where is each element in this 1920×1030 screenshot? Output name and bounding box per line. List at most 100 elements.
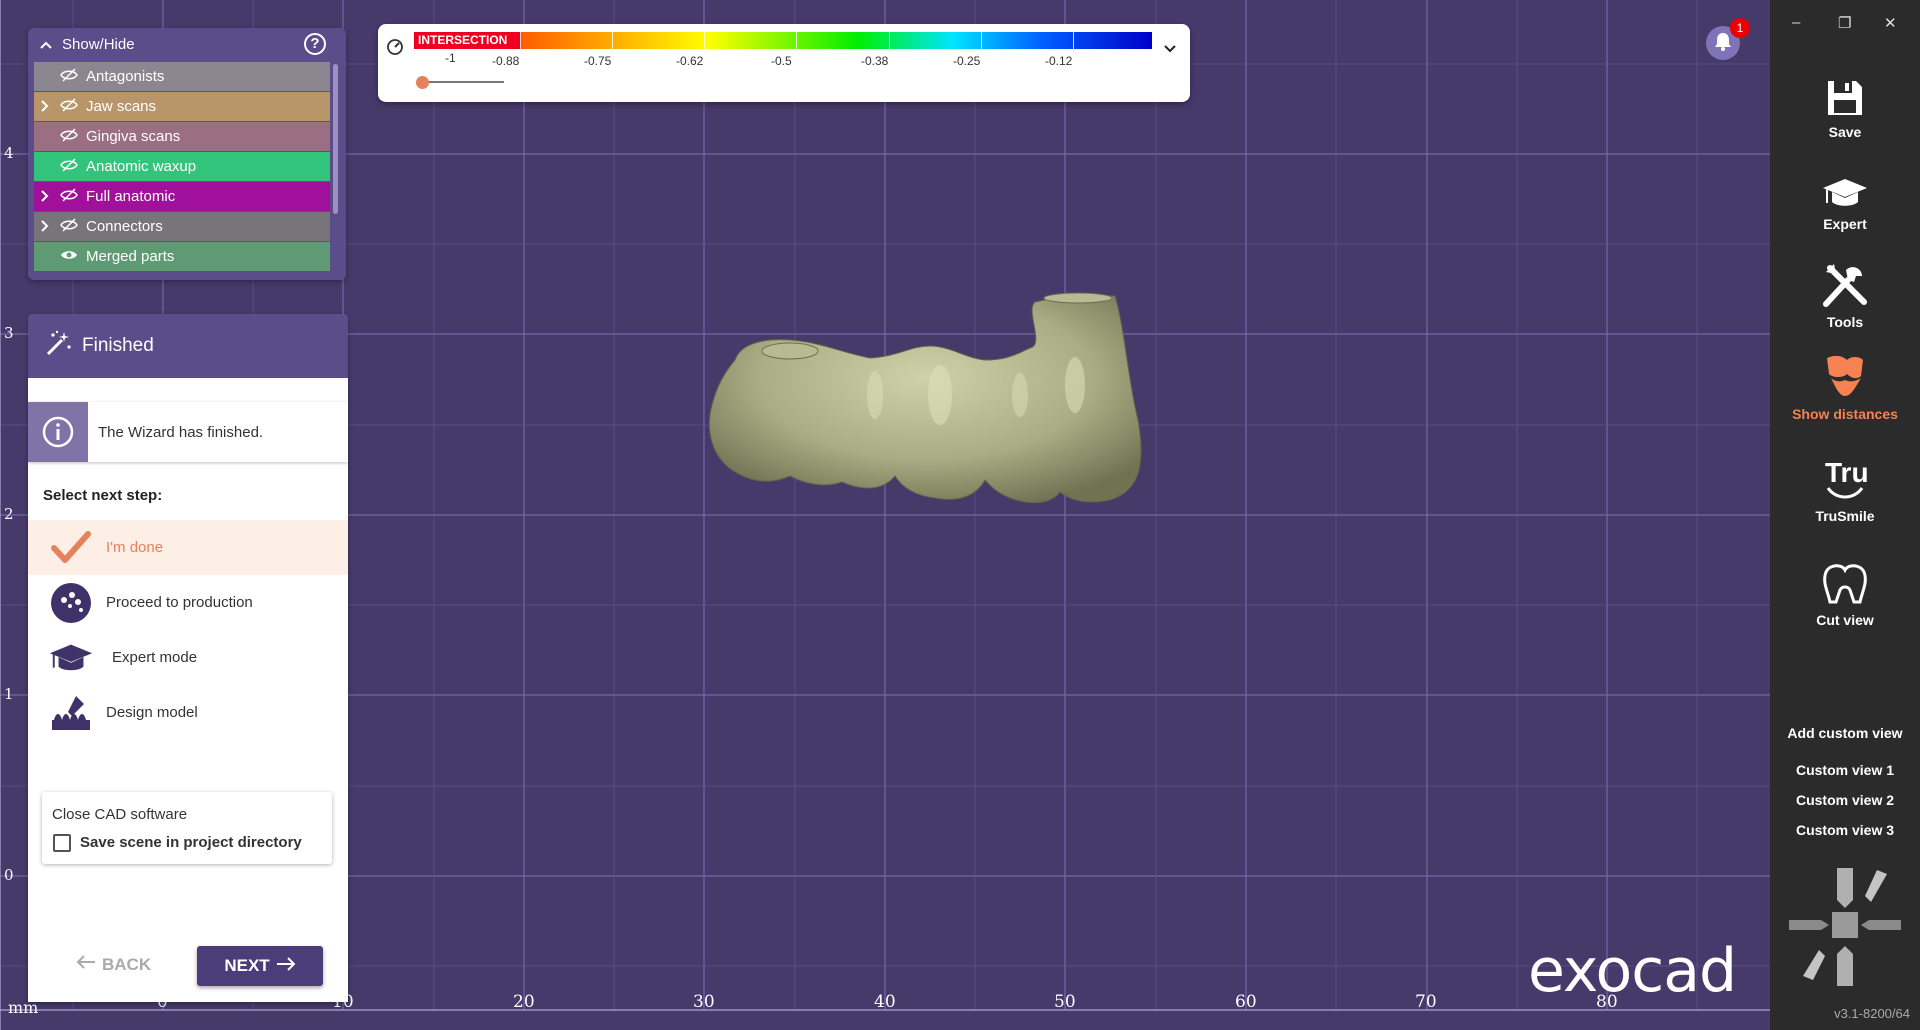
- toolbar-trusmile[interactable]: Tru TruSmile: [1770, 456, 1920, 524]
- layer-row[interactable]: Gingiva scans: [34, 122, 330, 151]
- eye-hidden-icon[interactable]: [60, 187, 82, 206]
- eye-icon[interactable]: [60, 248, 82, 265]
- trusmile-icon: Tru: [1770, 456, 1920, 502]
- step-label: I'm done: [106, 539, 164, 556]
- chevron-right-icon[interactable]: [34, 99, 56, 115]
- layer-row[interactable]: Anatomic waxup: [34, 152, 330, 181]
- layer-row[interactable]: Antagonists: [34, 62, 330, 91]
- toolbar-expert[interactable]: Expert: [1770, 176, 1920, 232]
- scale-tick: [520, 32, 521, 49]
- minimize-icon[interactable]: –: [1792, 14, 1800, 31]
- notifications-button[interactable]: 1: [1706, 18, 1750, 60]
- toolbar-label: Expert: [1823, 216, 1867, 232]
- layer-label: Merged parts: [86, 248, 175, 265]
- step-label: Proceed to production: [106, 594, 253, 611]
- next-button[interactable]: NEXT: [197, 946, 323, 986]
- threshold-slider-handle[interactable]: [416, 76, 429, 89]
- close-icon[interactable]: ✕: [1884, 14, 1897, 32]
- custom-view-3[interactable]: Custom view 3: [1770, 822, 1920, 838]
- help-icon[interactable]: ?: [304, 33, 326, 55]
- info-icon: [28, 402, 88, 462]
- scrollbar[interactable]: [333, 64, 338, 214]
- layer-row[interactable]: Jaw scans: [34, 92, 330, 121]
- select-next-step-label: Select next step:: [43, 487, 163, 504]
- color-gradient-bar: INTERSECTION: [414, 32, 1152, 49]
- distance-color-scale: INTERSECTION -1 -0.88 -0.75 -0.62 -0.5 -…: [378, 24, 1190, 102]
- ruler-y-label: 1: [4, 685, 14, 703]
- ruler-x-label: 40: [874, 992, 896, 1012]
- scale-tick-label: -0.75: [584, 54, 612, 68]
- back-button[interactable]: BACK: [76, 954, 151, 975]
- layer-label: Full anatomic: [86, 188, 176, 205]
- layer-label: Anatomic waxup: [86, 158, 197, 175]
- wizard-header: Finished: [28, 314, 348, 378]
- layer-label: Antagonists: [86, 68, 165, 85]
- save-scene-checkbox[interactable]: [53, 834, 71, 852]
- toolbar-cut-view[interactable]: Cut view: [1770, 562, 1920, 628]
- ruler-x-label: 70: [1415, 992, 1437, 1012]
- exocad-logo: exocad: [1528, 936, 1737, 1006]
- layer-row[interactable]: Merged parts: [34, 242, 330, 271]
- scale-tick: [796, 32, 797, 49]
- info-text: The Wizard has finished.: [98, 423, 264, 441]
- toolbar-label: Tools: [1826, 314, 1864, 330]
- ruler-x-label: 20: [513, 992, 535, 1012]
- show-hide-panel: Show/Hide ? Antagonists Jaw scans Gingiva …: [28, 28, 346, 280]
- toolbar-show-distances[interactable]: Show distances: [1770, 352, 1920, 422]
- close-cad-title: Close CAD software: [52, 806, 188, 823]
- ruler-y-label: 4: [4, 144, 14, 162]
- layer-label: Gingiva scans: [86, 128, 181, 145]
- save-scene-label[interactable]: Save scene in project directory: [80, 834, 302, 851]
- toolbar-label: Save: [1828, 124, 1862, 140]
- view-cube-navigator[interactable]: [1785, 864, 1905, 990]
- magic-wand-icon: [44, 328, 74, 364]
- ruler-x-label: 50: [1054, 992, 1076, 1012]
- right-toolbar: – ❐ ✕ Save Expert Tools Show distances T…: [1770, 0, 1920, 1030]
- design-model-icon: [48, 692, 94, 734]
- chevron-down-icon[interactable]: [1164, 40, 1176, 56]
- chevron-up-icon: [40, 36, 54, 53]
- graduation-cap-icon: [1770, 176, 1920, 210]
- svg-text:Tru: Tru: [1825, 457, 1869, 488]
- eye-hidden-icon[interactable]: [60, 97, 82, 116]
- toolbar-tools[interactable]: Tools: [1770, 264, 1920, 330]
- scale-tick: [981, 32, 982, 49]
- step-proceed-to-production[interactable]: Proceed to production: [28, 575, 348, 630]
- bell-icon: [1714, 31, 1732, 56]
- eye-hidden-icon[interactable]: [60, 67, 82, 86]
- threshold-slider-track[interactable]: [422, 81, 504, 83]
- arrow-right-icon: [276, 956, 296, 977]
- step-im-done[interactable]: I'm done: [28, 520, 348, 575]
- layer-row[interactable]: Full anatomic: [34, 182, 330, 211]
- notification-badge: 1: [1730, 18, 1750, 38]
- step-design-model[interactable]: Design model: [28, 685, 348, 740]
- step-label: Design model: [106, 704, 198, 721]
- eye-hidden-icon[interactable]: [60, 157, 82, 176]
- step-expert-mode[interactable]: Expert mode: [28, 630, 348, 685]
- scale-tick-label: -0.25: [953, 54, 981, 68]
- intersection-label: INTERSECTION: [414, 32, 520, 49]
- layer-label: Connectors: [86, 218, 163, 235]
- chevron-right-icon[interactable]: [34, 189, 56, 205]
- scale-tick-label: -1: [445, 51, 456, 65]
- scale-tick: [612, 32, 613, 49]
- restore-icon[interactable]: ❐: [1838, 14, 1851, 32]
- next-label: NEXT: [224, 956, 270, 975]
- gauge-icon[interactable]: [386, 38, 404, 61]
- layer-row[interactable]: Connectors: [34, 212, 330, 241]
- show-hide-header[interactable]: Show/Hide: [28, 28, 346, 60]
- scale-tick: [1073, 32, 1074, 49]
- custom-view-1[interactable]: Custom view 1: [1770, 762, 1920, 778]
- toolbar-label: Show distances: [1792, 406, 1898, 422]
- add-custom-view-button[interactable]: Add custom view: [1770, 725, 1920, 741]
- save-icon: [1770, 78, 1920, 118]
- custom-view-2[interactable]: Custom view 2: [1770, 792, 1920, 808]
- toolbar-save[interactable]: Save: [1770, 78, 1920, 140]
- graduation-cap-icon: [48, 637, 94, 679]
- production-icon: [48, 582, 94, 624]
- chevron-right-icon[interactable]: [34, 219, 56, 235]
- ruler-y-label: 3: [4, 324, 14, 342]
- version-label: v3.1-8200/64: [1834, 1006, 1910, 1021]
- eye-hidden-icon[interactable]: [60, 127, 82, 146]
- eye-hidden-icon[interactable]: [60, 217, 82, 236]
